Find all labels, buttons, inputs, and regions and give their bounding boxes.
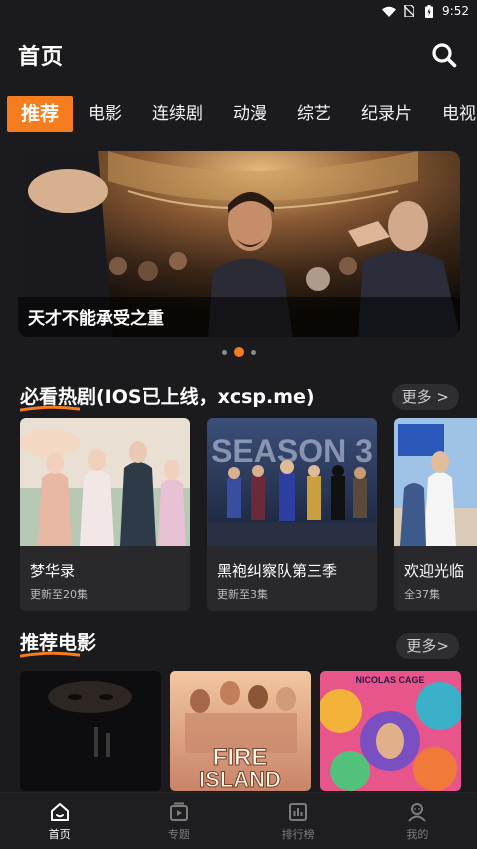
nav-home-label: 首页	[48, 827, 71, 841]
series-title: 梦华录	[30, 562, 76, 580]
battery-icon	[422, 4, 436, 18]
movie-poster: NICOLAS CAGE	[320, 671, 461, 791]
nav-ranking[interactable]: 排行榜	[239, 793, 358, 849]
movie-card[interactable]: NICOLAS CAGE	[320, 671, 461, 791]
nav-profile[interactable]: 我的	[358, 793, 477, 849]
no-sim-icon	[402, 5, 416, 17]
series-poster	[20, 418, 190, 546]
tab-series[interactable]: 连续剧	[137, 96, 218, 132]
header: 首页	[18, 38, 459, 72]
home-icon	[50, 802, 69, 821]
tab-documentary[interactable]: 纪录片	[346, 96, 427, 132]
movie-section-more-button[interactable]: 更多>	[396, 633, 459, 659]
movie-row: FIRE ISLAND NICOLAS CAGE	[20, 671, 477, 791]
nav-home[interactable]: 首页	[0, 793, 119, 849]
series-card[interactable]: SEASON 3 黑袍纠察队第三季 更新至3集	[207, 418, 377, 611]
carousel-indicator	[0, 347, 477, 357]
topic-icon	[169, 802, 188, 821]
featured-banner[interactable]: 天才不能承受之重	[18, 151, 460, 337]
carousel-dot-active[interactable]	[233, 347, 244, 357]
hot-section-more-button[interactable]: 更多 >	[391, 384, 459, 410]
movie-card[interactable]	[20, 671, 161, 791]
search-icon	[432, 43, 457, 68]
movie-card[interactable]: FIRE ISLAND	[170, 671, 311, 791]
series-episode-status: 全37集	[404, 588, 440, 601]
carousel-dot[interactable]	[221, 349, 227, 355]
movie-poster	[20, 671, 161, 791]
page-title: 首页	[18, 45, 65, 70]
tab-anime[interactable]: 动漫	[218, 96, 282, 132]
movie-poster-credit: NICOLAS CAGE	[355, 675, 424, 685]
series-title: 黑袍纠察队第三季	[217, 562, 338, 580]
tab-recommend[interactable]: 推荐	[7, 96, 74, 132]
bottom-navigation: 首页 专题 排行榜 我的	[0, 792, 477, 849]
hot-series-row: 梦华录 更新至20集 SEASON 3 黑袍纠察队第三季 更新至3集 欢迎光临	[20, 418, 477, 611]
ranking-icon	[289, 802, 308, 821]
hot-section-title: 必看热剧(IOS已上线，xcsp.me)	[20, 382, 315, 412]
series-episode-status: 更新至20集	[30, 588, 88, 601]
nav-ranking-label: 排行榜	[281, 827, 315, 841]
tab-tv[interactable]: 电视	[427, 96, 477, 132]
profile-icon	[408, 802, 427, 822]
status-time: 9:52	[442, 4, 469, 18]
status-bar: 9:52	[0, 0, 477, 22]
nav-topics-label: 专题	[167, 827, 190, 841]
carousel-dot[interactable]	[250, 349, 256, 355]
wifi-icon	[382, 5, 397, 17]
nav-profile-label: 我的	[406, 827, 429, 841]
series-episode-status: 更新至3集	[217, 588, 268, 601]
category-tabs: 推荐 电影 连续剧 动漫 综艺 纪录片 电视	[7, 96, 477, 132]
movie-section-title: 推荐电影	[20, 628, 96, 658]
series-poster	[394, 418, 477, 546]
banner-caption: 天才不能承受之重	[28, 309, 164, 329]
series-card[interactable]: 梦华录 更新至20集	[20, 418, 190, 611]
movie-poster-title-bottom: ISLAND	[199, 767, 281, 791]
tab-movies[interactable]: 电影	[73, 96, 137, 132]
tab-variety[interactable]: 综艺	[282, 96, 346, 132]
series-poster: SEASON 3	[207, 418, 377, 546]
movie-poster: FIRE ISLAND	[170, 671, 311, 791]
series-title: 欢迎光临	[404, 562, 465, 580]
search-button[interactable]	[429, 40, 459, 70]
nav-topics[interactable]: 专题	[119, 793, 238, 849]
series-card[interactable]: 欢迎光临 全37集	[394, 418, 477, 611]
